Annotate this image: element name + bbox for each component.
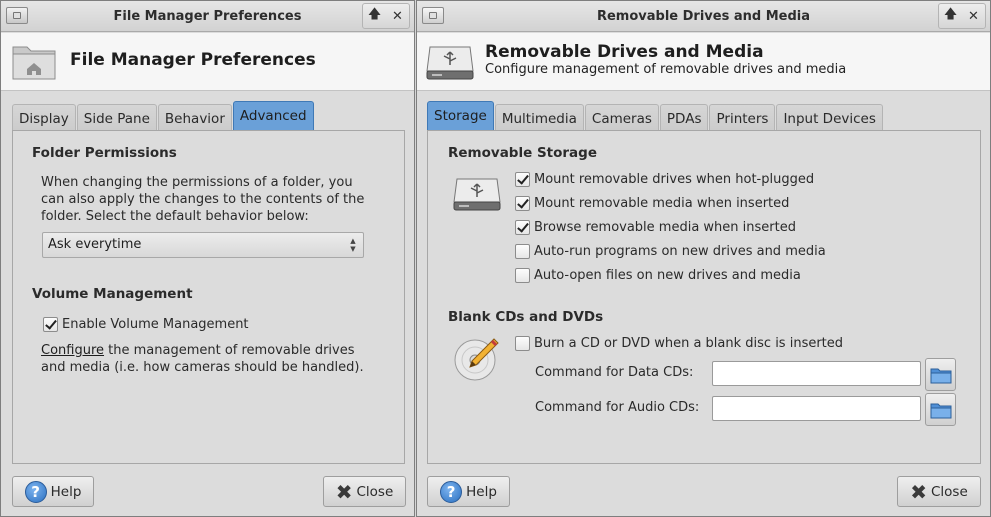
auto-open-files-checkbox[interactable]: Auto-open files on new drives and media [515,268,801,283]
help-label: Help [466,483,497,500]
folder-icon [930,368,951,383]
tab-advanced[interactable]: Advanced [232,101,314,132]
checkbox-label: Auto-open files on new drives and media [534,268,801,283]
tab-printers[interactable]: Printers [709,104,776,132]
auto-run-programs-checkbox[interactable]: Auto-run programs on new drives and medi… [515,244,826,259]
checkbox-box[interactable] [515,220,530,235]
file-manager-preferences-window: File Manager Preferences 🡅 ✕ File Manage… [0,0,415,517]
mount-drives-hotplug-checkbox[interactable]: Mount removable drives when hot-plugged [515,172,814,187]
folder-permissions-text-2: can also apply the changes to the conten… [41,192,365,207]
cd-burner-icon [454,338,499,381]
close-window-button[interactable]: ✕ [386,4,409,28]
tab-pdas[interactable]: PDAs [659,104,709,132]
checkbox-box[interactable] [515,172,530,187]
configure-text-rest: the management of removable drives [104,343,355,358]
folder-permissions-text-1: When changing the permissions of a folde… [41,175,353,190]
home-folder-icon [12,46,56,80]
removable-storage-heading: Removable Storage [448,145,597,161]
close-window-button[interactable]: ✕ [962,4,985,28]
data-cd-command-input[interactable] [712,361,921,386]
checkbox-box[interactable] [515,196,530,211]
checkbox-label: Mount removable media when inserted [534,196,790,211]
close-icon: ✖ [910,479,927,504]
storage-pane: Removable Storage Mount removable drives… [427,130,981,464]
removable-drives-window: Removable Drives and Media 🡅 ✕ Removable… [416,0,991,517]
help-icon: ? [24,480,47,503]
dialog-header: Removable Drives and Media Configure man… [417,33,990,91]
folder-permissions-select[interactable]: Ask everytime ▲ ▼ [42,232,364,258]
close-label: Close [930,483,968,500]
data-cd-browse-button[interactable] [925,358,956,391]
header-subtitle: Configure management of removable drives… [485,62,847,77]
tab-multimedia[interactable]: Multimedia [494,104,584,132]
checkbox-label: Auto-run programs on new drives and medi… [534,244,826,259]
updown-arrows-icon: ▲ ▼ [350,237,356,253]
help-icon: ? [440,480,463,503]
close-button[interactable]: ✖ Close [897,476,981,507]
close-icon: ✖ [335,479,353,504]
configure-text-1: Configure the management of removable dr… [41,342,355,359]
tab-display[interactable]: Display [12,104,76,132]
enable-volume-management-checkbox[interactable]: Enable Volume Management [43,317,249,332]
select-value: Ask everytime [48,237,142,252]
browse-media-inserted-checkbox[interactable]: Browse removable media when inserted [515,220,796,235]
volume-management-heading: Volume Management [32,286,193,302]
blank-cds-heading: Blank CDs and DVDs [448,309,604,325]
tab-bar: Storage Multimedia Cameras PDAs Printers… [427,100,884,132]
data-cd-command-label: Command for Data CDs: [535,365,694,380]
titlebar-buttons: 🡅 ✕ [362,3,410,29]
audio-cd-command-label: Command for Audio CDs: [535,400,700,415]
help-label: Help [50,483,82,500]
advanced-pane: Folder Permissions When changing the per… [12,130,405,464]
close-label: Close [356,483,394,500]
mount-media-inserted-checkbox[interactable]: Mount removable media when inserted [515,196,789,211]
checkbox-box[interactable] [515,336,530,351]
audio-cd-browse-button[interactable] [925,393,956,426]
help-button[interactable]: ? Help [12,476,94,507]
folder-permissions-heading: Folder Permissions [32,145,177,161]
tab-storage[interactable]: Storage [427,101,494,132]
tab-cameras[interactable]: Cameras [584,104,659,132]
checkbox-label: Enable Volume Management [62,317,249,332]
configure-link[interactable]: Configure [41,343,104,358]
window-title: File Manager Preferences [113,9,302,24]
checkbox-label: Burn a CD or DVD when a blank disc is in… [534,336,844,351]
removable-drive-icon [453,178,501,211]
checkbox-label: Browse removable media when inserted [534,220,796,235]
checkbox-box[interactable] [515,244,530,259]
keep-above-button[interactable]: 🡅 [939,4,962,28]
configure-text-2: and media (i.e. how cameras should be ha… [41,360,364,375]
folder-icon [930,403,951,418]
checkbox-box[interactable] [43,317,58,332]
removable-drive-icon [426,46,474,80]
audio-cd-command-input[interactable] [712,396,921,421]
window-title: Removable Drives and Media [596,9,810,24]
tab-bar: Display Side Pane Behavior Advanced [12,100,315,132]
titlebar[interactable]: Removable Drives and Media 🡅 ✕ [417,1,990,32]
keep-above-button[interactable]: 🡅 [363,4,386,28]
close-button[interactable]: ✖ Close [323,476,406,507]
titlebar-buttons: 🡅 ✕ [938,3,986,29]
dialog-header: File Manager Preferences [1,33,414,91]
tab-behavior[interactable]: Behavior [157,104,232,132]
titlebar[interactable]: File Manager Preferences 🡅 ✕ [1,1,414,32]
checkbox-label: Mount removable drives when hot-plugged [534,172,815,187]
header-title: File Manager Preferences [70,50,316,70]
tab-side-pane[interactable]: Side Pane [76,104,157,132]
burn-cd-checkbox[interactable]: Burn a CD or DVD when a blank disc is in… [515,336,843,351]
help-button[interactable]: ? Help [427,476,510,507]
tab-input-devices[interactable]: Input Devices [776,104,883,132]
header-title: Removable Drives and Media [485,42,764,62]
folder-permissions-text-3: folder. Select the default behavior belo… [41,209,309,224]
checkbox-box[interactable] [515,268,530,283]
